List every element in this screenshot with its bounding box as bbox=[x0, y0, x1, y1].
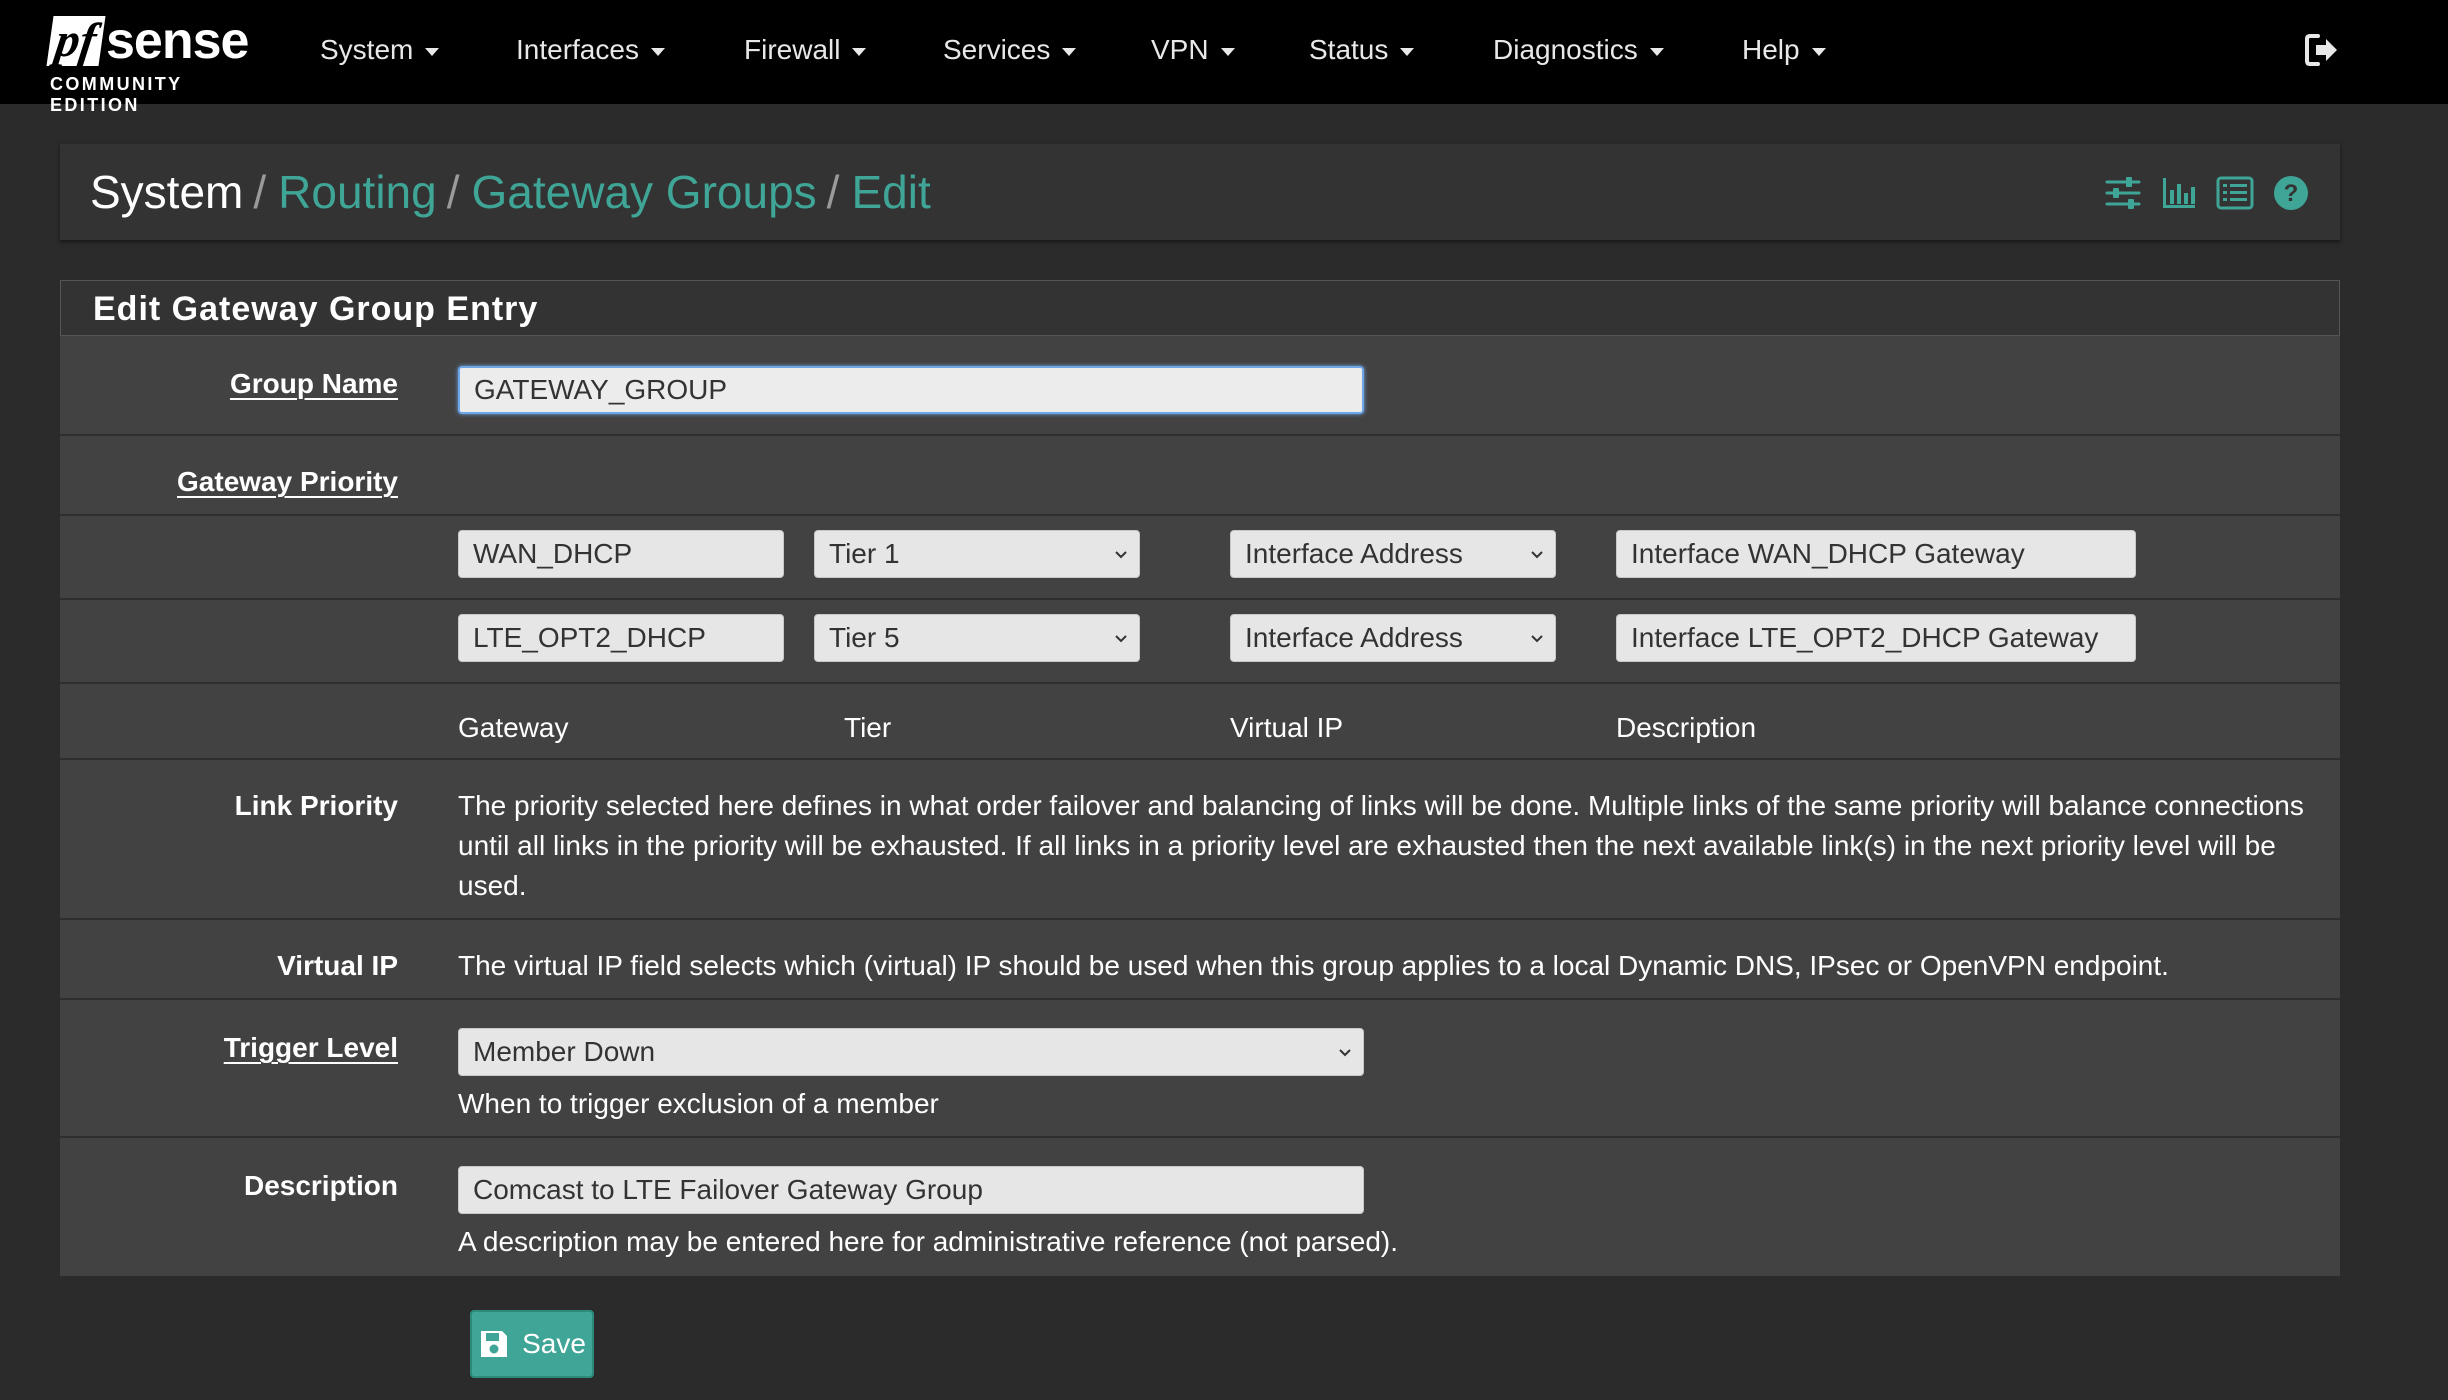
breadcrumb-routing-link[interactable]: Routing bbox=[278, 166, 437, 218]
caret-down-icon bbox=[852, 47, 867, 56]
edit-gateway-group-panel: Edit Gateway Group Entry Group Name GATE… bbox=[60, 280, 2340, 1276]
trigger-level-help: When to trigger exclusion of a member bbox=[458, 1088, 939, 1119]
logo-sense-text: sense bbox=[105, 12, 249, 70]
nav-menu-services[interactable]: Services bbox=[943, 30, 1077, 70]
breadcrumb-bar: System / Routing / Gateway Groups / Edit ? bbox=[60, 144, 2340, 240]
nav-label: Firewall bbox=[744, 34, 841, 65]
nav-menu-help[interactable]: Help bbox=[1742, 30, 1826, 70]
save-button[interactable]: Save bbox=[470, 1310, 594, 1378]
group-name-label[interactable]: Group Name bbox=[230, 366, 398, 402]
nav-menu-diagnostics[interactable]: Diagnostics bbox=[1493, 30, 1664, 70]
trigger-level-value: Member Down bbox=[473, 1036, 656, 1067]
nav-label: Interfaces bbox=[516, 34, 639, 65]
chevron-down-icon bbox=[1531, 551, 1543, 559]
svg-text:?: ? bbox=[2284, 180, 2299, 207]
virtual-ip-help-text: The virtual IP field selects which (virt… bbox=[458, 950, 2169, 981]
row-divider bbox=[60, 1136, 2340, 1138]
caret-down-icon bbox=[1400, 47, 1415, 56]
nav-menu-status[interactable]: Status bbox=[1309, 30, 1415, 70]
description-label: Description bbox=[243, 1170, 398, 1201]
breadcrumb-gateway-groups-link[interactable]: Gateway Groups bbox=[472, 166, 817, 218]
chevron-down-icon bbox=[1115, 635, 1127, 643]
nav-label: Status bbox=[1309, 34, 1389, 65]
link-priority-label: Link Priority bbox=[234, 790, 398, 821]
nav-menu-system[interactable]: System bbox=[320, 30, 440, 70]
row-divider bbox=[60, 998, 2340, 1000]
breadcrumb-separator: / bbox=[446, 166, 460, 218]
nav-label: Diagnostics bbox=[1493, 34, 1638, 65]
caret-down-icon bbox=[650, 47, 665, 56]
breadcrumb: System / Routing / Gateway Groups / Edit bbox=[90, 164, 931, 220]
nav-menu-firewall[interactable]: Firewall bbox=[744, 30, 867, 70]
chevron-down-icon bbox=[1115, 551, 1127, 559]
breadcrumb-system: System bbox=[90, 166, 244, 218]
nav-menu-vpn[interactable]: VPN bbox=[1151, 30, 1235, 70]
trigger-level-select[interactable]: Member Down bbox=[458, 1028, 1364, 1076]
column-header-gateway: Gateway bbox=[458, 712, 569, 743]
description-input[interactable]: Comcast to LTE Failover Gateway Group bbox=[458, 1166, 1364, 1214]
panel-header: Edit Gateway Group Entry bbox=[60, 280, 2340, 336]
row-divider bbox=[60, 682, 2340, 684]
breadcrumb-separator: / bbox=[253, 166, 267, 218]
sliders-icon[interactable] bbox=[2104, 174, 2142, 212]
virtual-ip-select-value: Interface Address bbox=[1245, 538, 1463, 569]
top-navbar: pf sense COMMUNITY EDITION System Interf… bbox=[0, 0, 2448, 115]
tier-select[interactable]: Tier 1 bbox=[814, 530, 1140, 578]
virtual-ip-select-value: Interface Address bbox=[1245, 622, 1463, 653]
column-header-tier: Tier bbox=[844, 712, 892, 743]
breadcrumb-edit-link[interactable]: Edit bbox=[851, 166, 930, 218]
caret-down-icon bbox=[1062, 47, 1077, 56]
nav-label: System bbox=[320, 34, 414, 65]
tier-select[interactable]: Tier 5 bbox=[814, 614, 1140, 662]
description-help: A description may be entered here for ad… bbox=[458, 1226, 1399, 1257]
row-divider bbox=[60, 434, 2340, 436]
sign-out-icon[interactable] bbox=[2302, 30, 2342, 70]
column-header-virtual-ip: Virtual IP bbox=[1230, 712, 1344, 743]
caret-down-icon bbox=[425, 47, 440, 56]
link-priority-text: The priority selected here defines in wh… bbox=[458, 790, 2304, 901]
caret-down-icon bbox=[1811, 47, 1826, 56]
panel-title: Edit Gateway Group Entry bbox=[93, 290, 539, 328]
floppy-disk-icon bbox=[481, 1331, 508, 1357]
help-icon[interactable]: ? bbox=[2272, 174, 2310, 212]
logo-pf-mark: pf bbox=[46, 14, 106, 67]
virtual-ip-select[interactable]: Interface Address bbox=[1230, 530, 1556, 578]
column-header-description: Description bbox=[1616, 712, 1757, 743]
row-divider bbox=[60, 758, 2340, 760]
row-divider bbox=[60, 598, 2340, 600]
group-name-input[interactable]: GATEWAY_GROUP bbox=[458, 366, 1364, 414]
gateway-priority-label[interactable]: Gateway Priority bbox=[177, 464, 398, 500]
virtual-ip-label: Virtual IP bbox=[277, 950, 398, 981]
trigger-level-label[interactable]: Trigger Level bbox=[224, 1030, 398, 1066]
save-button-label: Save bbox=[522, 1328, 586, 1359]
tier-select-value: Tier 1 bbox=[829, 538, 900, 569]
caret-down-icon bbox=[1649, 47, 1664, 56]
chevron-down-icon bbox=[1339, 1049, 1351, 1057]
bar-chart-icon[interactable] bbox=[2160, 174, 2198, 212]
logo-edition-text: COMMUNITY EDITION bbox=[50, 74, 183, 115]
gateway-description-field: Interface LTE_OPT2_DHCP Gateway bbox=[1616, 614, 2136, 662]
pfsense-logo[interactable]: pf sense COMMUNITY EDITION bbox=[46, 10, 270, 115]
breadcrumb-separator: / bbox=[826, 166, 840, 218]
nav-label: VPN bbox=[1151, 34, 1209, 65]
virtual-ip-select[interactable]: Interface Address bbox=[1230, 614, 1556, 662]
tier-select-value: Tier 5 bbox=[829, 622, 900, 653]
list-icon[interactable] bbox=[2216, 174, 2254, 212]
nav-label: Services bbox=[943, 34, 1051, 65]
nav-menu-interfaces[interactable]: Interfaces bbox=[516, 30, 665, 70]
gateway-name-field: WAN_DHCP bbox=[458, 530, 784, 578]
gateway-name-field: LTE_OPT2_DHCP bbox=[458, 614, 784, 662]
chevron-down-icon bbox=[1531, 635, 1543, 643]
gateway-description-field: Interface WAN_DHCP Gateway bbox=[1616, 530, 2136, 578]
nav-label: Help bbox=[1742, 34, 1800, 65]
row-divider bbox=[60, 514, 2340, 516]
caret-down-icon bbox=[1220, 47, 1235, 56]
row-divider bbox=[60, 918, 2340, 920]
